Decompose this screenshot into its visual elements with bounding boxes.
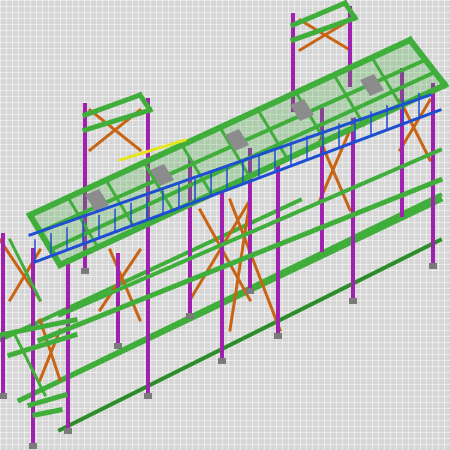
base-plate (0, 393, 7, 399)
base-plate (218, 358, 226, 364)
base-plate (114, 343, 122, 349)
base-plate (81, 268, 89, 274)
base-plate (429, 263, 437, 269)
base-plate (274, 333, 282, 339)
model-viewport[interactable] (0, 0, 450, 450)
base-plate (64, 428, 72, 434)
base-plate (246, 288, 254, 294)
steel-structure-3d-view[interactable] (0, 0, 450, 450)
base-plate (186, 313, 194, 319)
base-plate (349, 298, 357, 304)
base-plate (144, 393, 152, 399)
base-plate (29, 443, 37, 449)
